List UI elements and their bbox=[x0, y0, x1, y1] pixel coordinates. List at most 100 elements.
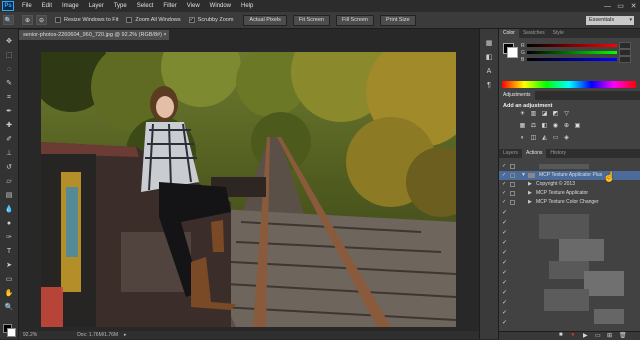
new-action-icon[interactable]: ⊞ bbox=[607, 332, 612, 339]
zoom-tool-icon[interactable]: 🔍 bbox=[4, 303, 14, 312]
black-white-icon[interactable]: ◧ bbox=[541, 123, 548, 130]
zoom-all-windows-checkbox[interactable] bbox=[126, 17, 133, 23]
tab-history[interactable]: History bbox=[546, 149, 570, 158]
dialog-toggle-icon[interactable] bbox=[510, 173, 515, 178]
play-icon[interactable]: ▶ bbox=[583, 332, 588, 339]
check-icon[interactable]: ✓ bbox=[502, 229, 507, 236]
tab-layers[interactable]: Layers bbox=[499, 149, 522, 158]
collapse-triangle-icon[interactable]: ▶ bbox=[528, 180, 532, 189]
stop-icon[interactable]: ■ bbox=[559, 332, 563, 338]
menu-layer[interactable]: Layer bbox=[84, 3, 109, 9]
check-icon[interactable]: ✓ bbox=[502, 162, 506, 171]
threshold-icon[interactable]: ◭ bbox=[541, 135, 548, 142]
check-icon[interactable]: ✓ bbox=[502, 259, 507, 266]
menu-window[interactable]: Window bbox=[205, 3, 236, 9]
expand-triangle-icon[interactable]: ▼ bbox=[521, 171, 526, 180]
invert-icon[interactable]: ◐ bbox=[519, 135, 526, 142]
minimize-button[interactable]: — bbox=[601, 1, 614, 11]
slider-green-track[interactable] bbox=[527, 51, 617, 54]
gradient-tool-icon[interactable]: ▤ bbox=[4, 191, 14, 200]
slider-blue-value[interactable] bbox=[619, 56, 631, 63]
fit-screen-button[interactable]: Fit Screen bbox=[292, 14, 330, 26]
record-icon[interactable]: ● bbox=[571, 332, 575, 338]
history-brush-tool-icon[interactable]: ↺ bbox=[4, 163, 14, 172]
healing-brush-tool-icon[interactable]: ✚ bbox=[4, 121, 14, 130]
slider-green-value[interactable] bbox=[619, 49, 631, 56]
paragraph-panel-icon[interactable]: ¶ bbox=[484, 81, 494, 90]
zoom-in-icon[interactable]: ⊕ bbox=[22, 15, 33, 25]
tab-adjustments[interactable]: Adjustments bbox=[499, 91, 535, 100]
menu-view[interactable]: View bbox=[182, 3, 205, 9]
action-row[interactable]: ✓ bbox=[499, 162, 640, 171]
check-icon[interactable]: ✓ bbox=[502, 219, 507, 226]
menu-file[interactable]: File bbox=[17, 3, 37, 9]
slider-red[interactable]: R bbox=[521, 42, 640, 49]
hue-saturation-icon[interactable]: ▦ bbox=[519, 123, 526, 130]
check-icon[interactable]: ✓ bbox=[502, 289, 507, 296]
print-size-button[interactable]: Print Size bbox=[379, 14, 416, 26]
collapse-triangle-icon[interactable]: ▶ bbox=[528, 189, 532, 198]
channel-mixer-icon[interactable]: ⊕ bbox=[563, 123, 570, 130]
tab-styles[interactable]: Style bbox=[549, 29, 568, 38]
scrubby-zoom-checkbox[interactable]: ✓ bbox=[188, 17, 195, 23]
workspace-select[interactable]: Essentials ▾ bbox=[586, 15, 634, 25]
trash-icon[interactable]: 🗑 bbox=[619, 332, 627, 339]
slider-blue-track[interactable] bbox=[527, 58, 617, 61]
chevron-right-icon[interactable]: ▸ bbox=[124, 332, 127, 338]
collapse-triangle-icon[interactable]: ▶ bbox=[528, 198, 532, 207]
slider-red-track[interactable] bbox=[527, 44, 617, 47]
check-icon[interactable]: ✓ bbox=[502, 198, 506, 207]
action-row[interactable]: ✓ ▶ Copyright © 2013 bbox=[499, 180, 640, 189]
check-icon[interactable]: ✓ bbox=[502, 279, 507, 286]
actual-pixels-button[interactable]: Actual Pixels bbox=[243, 14, 287, 26]
action-row[interactable]: ✓ ▶ MCP Texture Applicator bbox=[499, 189, 640, 198]
tab-color[interactable]: Color bbox=[499, 29, 519, 38]
slider-green[interactable]: G bbox=[521, 49, 640, 56]
quick-select-tool-icon[interactable]: ✎ bbox=[4, 79, 14, 88]
menu-image[interactable]: Image bbox=[57, 3, 84, 9]
dialog-toggle-icon[interactable] bbox=[510, 164, 515, 169]
path-select-tool-icon[interactable]: ➤ bbox=[4, 261, 14, 270]
dialog-toggle-icon[interactable] bbox=[510, 191, 515, 196]
background-color-swatch[interactable] bbox=[7, 328, 16, 337]
brush-tool-icon[interactable]: ✐ bbox=[4, 135, 14, 144]
history-panel-icon[interactable]: ▦ bbox=[484, 39, 494, 48]
maximize-button[interactable]: ▭ bbox=[614, 1, 627, 11]
action-row[interactable]: ✓ ▶ MCP Texture Color Changer bbox=[499, 198, 640, 207]
properties-panel-icon[interactable]: ◧ bbox=[484, 53, 494, 62]
check-icon[interactable]: ✓ bbox=[502, 180, 506, 189]
curves-icon[interactable]: ◪ bbox=[541, 111, 548, 118]
lasso-tool-icon[interactable]: ◌ bbox=[4, 65, 14, 74]
menu-type[interactable]: Type bbox=[109, 3, 132, 9]
clone-stamp-tool-icon[interactable]: ⊥ bbox=[4, 149, 14, 158]
zoom-out-icon[interactable]: ⊖ bbox=[36, 15, 47, 25]
menu-help[interactable]: Help bbox=[236, 3, 258, 9]
check-icon[interactable]: ✓ bbox=[502, 309, 507, 316]
close-button[interactable]: ✕ bbox=[627, 1, 640, 11]
vibrance-icon[interactable]: ▽ bbox=[563, 111, 570, 118]
check-icon[interactable]: ✓ bbox=[502, 209, 507, 216]
posterize-icon[interactable]: ◫ bbox=[530, 135, 537, 142]
fill-screen-button[interactable]: Fill Screen bbox=[336, 14, 374, 26]
crop-tool-icon[interactable]: ⌗ bbox=[4, 93, 14, 102]
menu-filter[interactable]: Filter bbox=[158, 3, 181, 9]
menu-select[interactable]: Select bbox=[132, 3, 159, 9]
document-photo[interactable] bbox=[41, 52, 456, 327]
check-icon[interactable]: ✓ bbox=[502, 189, 506, 198]
slider-red-value[interactable] bbox=[619, 42, 631, 49]
selective-color-icon[interactable]: ◈ bbox=[563, 135, 570, 142]
photo-filter-icon[interactable]: ◉ bbox=[552, 123, 559, 130]
action-set-row-selected[interactable]: ✓ ▼ MCP Texture Applicator Plus bbox=[499, 171, 640, 180]
eraser-tool-icon[interactable]: ▱ bbox=[4, 177, 14, 186]
color-lookup-icon[interactable]: ▣ bbox=[574, 123, 581, 130]
hand-tool-icon[interactable]: ✋ bbox=[4, 289, 14, 298]
pen-tool-icon[interactable]: ✑ bbox=[4, 233, 14, 242]
character-panel-icon[interactable]: A bbox=[484, 67, 494, 76]
move-tool-icon[interactable]: ✥ bbox=[4, 37, 14, 46]
dodge-tool-icon[interactable]: ● bbox=[4, 219, 14, 228]
tab-actions[interactable]: Actions bbox=[522, 149, 547, 158]
brightness-icon[interactable]: ☀ bbox=[519, 111, 526, 118]
eyedropper-tool-icon[interactable]: ✒ bbox=[4, 107, 14, 116]
slider-blue[interactable]: B bbox=[521, 56, 640, 63]
color-balance-icon[interactable]: ⚖ bbox=[530, 123, 537, 130]
